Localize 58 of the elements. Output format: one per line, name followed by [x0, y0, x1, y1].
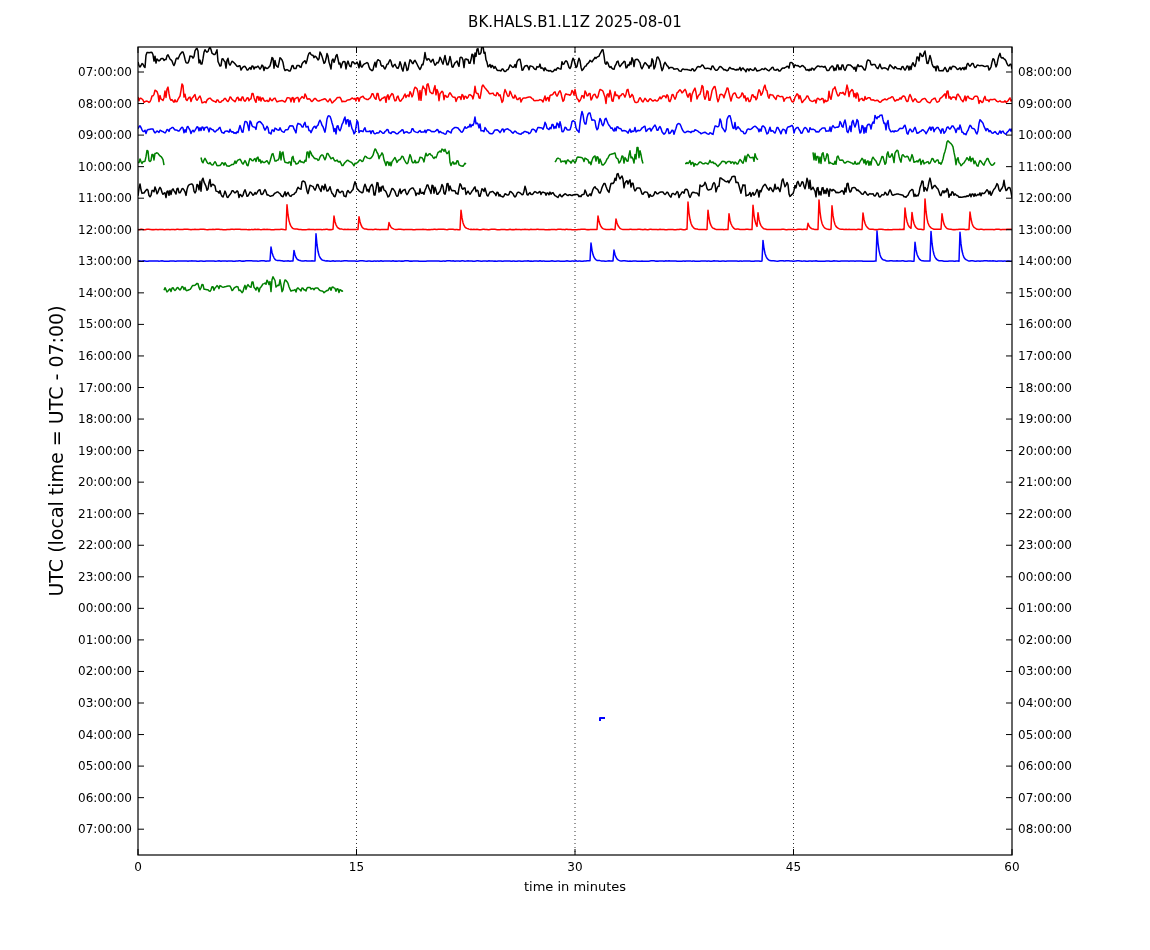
x-tick-label: 45 [785, 860, 802, 874]
y-tick-label: 15:00:00 [78, 317, 132, 332]
y-tick-label: 09:00:00 [78, 128, 132, 143]
y-tick-label: 17:00:00 [1018, 348, 1072, 363]
y-tick-label: 13:00:00 [1018, 222, 1072, 237]
y-tick-label: 02:00:00 [1018, 632, 1072, 647]
y-tick-label: 23:00:00 [78, 569, 132, 584]
y-tick-label: 00:00:00 [1018, 569, 1072, 584]
chart-title: BK.HALS.B1.L1Z 2025-08-01 [468, 13, 682, 31]
y-tick-label: 01:00:00 [78, 632, 132, 647]
y-tick-label: 04:00:00 [1018, 696, 1072, 710]
y-tick-label: 23:00:00 [1018, 538, 1072, 553]
y-tick-label: 04:00:00 [78, 727, 132, 742]
x-tick-label: 15 [348, 860, 365, 874]
y-tick-label: 00:00:00 [78, 601, 132, 616]
y-tick-label: 16:00:00 [1018, 317, 1072, 332]
y-tick-label: 07:00:00 [78, 822, 132, 837]
y-tick-label: 19:00:00 [78, 443, 132, 458]
y-tick-label: 21:00:00 [1018, 475, 1072, 490]
y-tick-label: 08:00:00 [1018, 822, 1072, 837]
y-tick-label: 13:00:00 [78, 254, 132, 269]
y-tick-label: 18:00:00 [78, 412, 132, 427]
y-tick-label: 18:00:00 [1018, 380, 1072, 395]
y-tick-label: 20:00:00 [78, 475, 132, 490]
y-tick-label: 10:00:00 [78, 159, 132, 174]
y-tick-label: 08:00:00 [1018, 65, 1072, 79]
y-tick-label: 05:00:00 [1018, 727, 1072, 742]
y-tick-label: 22:00:00 [78, 538, 132, 553]
y-tick-label: 07:00:00 [1018, 790, 1072, 805]
y-tick-label: 19:00:00 [1018, 412, 1072, 427]
y-tick-label: 02:00:00 [78, 664, 132, 679]
y-tick-label: 10:00:00 [1018, 128, 1072, 143]
x-axis-label: time in minutes [523, 879, 627, 894]
y-tick-label: 21:00:00 [78, 506, 132, 521]
y-tick-label: 09:00:00 [1018, 96, 1072, 111]
y-tick-label: 17:00:00 [78, 380, 132, 395]
y-tick-label: 12:00:00 [1018, 191, 1072, 206]
y-tick-label: 20:00:00 [1018, 443, 1072, 458]
y-axis-label: UTC (local time = UTC - 07:00) [45, 305, 67, 597]
y-tick-label: 03:00:00 [1018, 664, 1072, 679]
y-tick-label: 22:00:00 [1018, 506, 1072, 521]
y-tick-label: 16:00:00 [78, 348, 132, 363]
y-tick-label: 15:00:00 [1018, 285, 1072, 300]
y-tick-label: 07:00:00 [78, 65, 132, 79]
x-tick-label: 60 [1004, 860, 1020, 874]
y-tick-label: 11:00:00 [1018, 159, 1072, 174]
y-tick-label: 08:00:00 [78, 96, 132, 111]
y-tick-label: 12:00:00 [78, 222, 132, 237]
y-tick-label: 14:00:00 [1018, 254, 1072, 269]
y-tick-label: 14:00:00 [78, 285, 132, 300]
x-tick-label: 30 [567, 860, 583, 874]
y-tick-label: 05:00:00 [78, 759, 132, 774]
y-tick-label: 06:00:00 [78, 790, 132, 805]
y-tick-label: 01:00:00 [1018, 601, 1072, 616]
y-tick-label: 06:00:00 [1018, 759, 1072, 774]
y-tick-label: 03:00:00 [78, 696, 132, 710]
x-tick-label: 0 [134, 860, 142, 874]
y-tick-label: 11:00:00 [78, 191, 132, 206]
